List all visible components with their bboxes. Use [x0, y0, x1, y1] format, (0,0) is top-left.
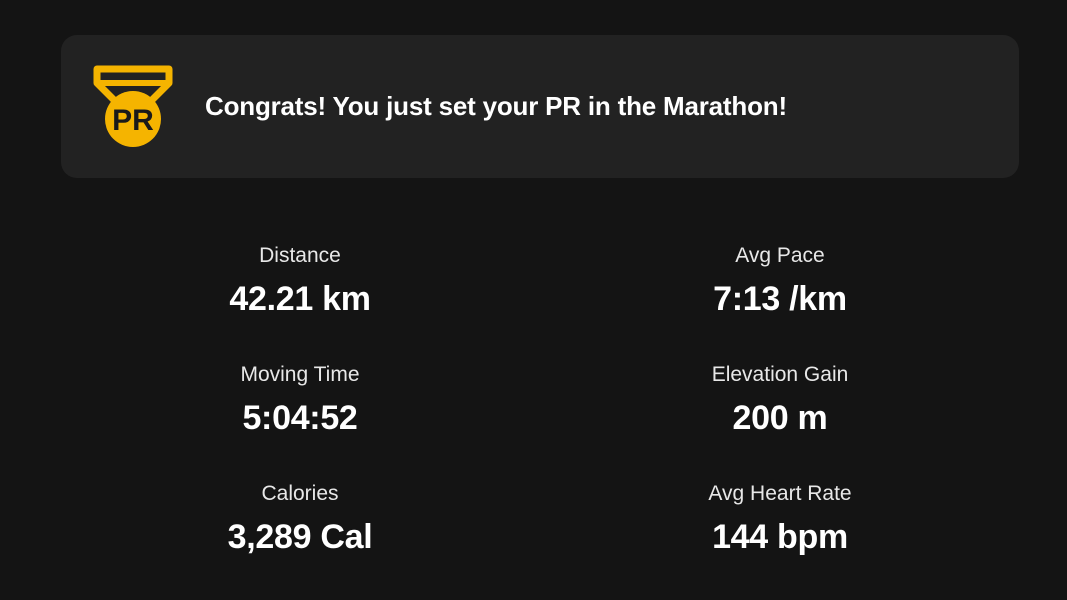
stat-avg-heart-rate: Avg Heart Rate 144 bpm [600, 481, 960, 557]
stat-value: 3,289 Cal [227, 518, 373, 556]
stat-value: 42.21 km [229, 280, 371, 318]
pr-medal-icon: PR [93, 65, 173, 147]
pr-achievement-banner: PR Congrats! You just set your PR in the… [61, 35, 1019, 178]
stat-label: Distance [259, 244, 341, 267]
stat-label: Avg Pace [735, 244, 825, 267]
stat-value: 5:04:52 [242, 399, 358, 437]
stat-value: 7:13 /km [713, 280, 847, 318]
stat-label: Moving Time [240, 363, 360, 386]
stat-elevation-gain: Elevation Gain 200 m [600, 362, 960, 438]
stat-value: 200 m [732, 399, 828, 437]
stat-moving-time: Moving Time 5:04:52 [120, 362, 480, 438]
stat-value: 144 bpm [712, 518, 848, 556]
stat-distance: Distance 42.21 km [120, 243, 480, 319]
pr-badge-text: PR [112, 104, 154, 137]
stat-label: Calories [261, 482, 339, 505]
pr-message: Congrats! You just set your PR in the Ma… [205, 91, 787, 121]
stat-avg-pace: Avg Pace 7:13 /km [600, 243, 960, 319]
stat-label: Avg Heart Rate [708, 482, 852, 505]
stat-calories: Calories 3,289 Cal [120, 481, 480, 557]
stat-label: Elevation Gain [711, 363, 849, 386]
